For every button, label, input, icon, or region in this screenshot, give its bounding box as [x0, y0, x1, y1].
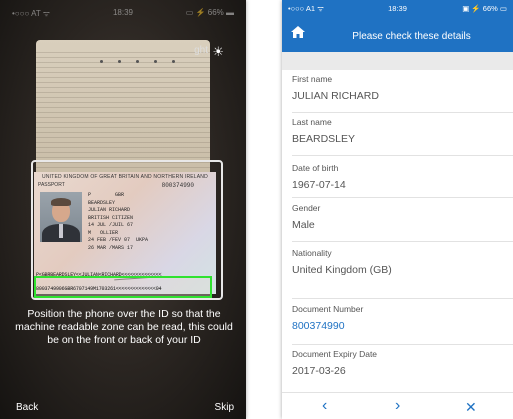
status-bar: •○○○ A1 ᯤ 18:39 ▣ ⚡ 66% ▭ [288, 4, 507, 16]
battery-indicator: ▣ ⚡ 66% ▭ [462, 4, 507, 13]
page-title: Please check these details [352, 31, 471, 42]
field-label: Last name [292, 117, 332, 127]
mrz-line-2: 8003749906GBR6707149M1703261<<<<<<<<<<<<… [36, 286, 162, 292]
field-first-name[interactable]: First name JULIAN RICHARD [292, 74, 513, 113]
passport-holes [100, 50, 190, 68]
field-value: BEARDSLEY [292, 133, 356, 145]
header-spacer [282, 52, 513, 70]
field-value: JULIAN RICHARD [292, 90, 379, 102]
back-button[interactable]: Back [16, 402, 38, 413]
field-label: Document Expiry Date [292, 349, 378, 359]
field-nationality[interactable]: Nationality United Kingdom (GB) [292, 248, 513, 299]
scan-instructions: Position the phone over the ID so that t… [15, 308, 233, 346]
previous-icon[interactable]: ‹ [322, 397, 327, 415]
torch-icon[interactable]: ☀ [212, 44, 224, 60]
field-document-number[interactable]: Document Number 800374990 [292, 304, 513, 345]
header-bar: •○○○ A1 ᯤ 18:39 ▣ ⚡ 66% ▭ Please check t… [282, 0, 513, 52]
passport-page-edges [36, 52, 210, 172]
skip-button[interactable]: Skip [215, 402, 234, 413]
field-value: Male [292, 219, 315, 231]
field-document-expiry-date[interactable]: Document Expiry Date 2017-03-26 [292, 349, 513, 385]
field-value: 2017-03-26 [292, 365, 346, 377]
mrz-line-1: P<GBRBEARDSLEY<<JULIAN<RICHARD<<<<<<<<<<… [36, 272, 162, 278]
torch-label: ght [194, 45, 208, 56]
field-value: 800374990 [292, 320, 345, 332]
battery-indicator: ▭ ⚡ 66% ▬ [185, 8, 234, 17]
details-screen: •○○○ A1 ᯤ 18:39 ▣ ⚡ 66% ▭ Please check t… [282, 0, 513, 419]
field-label: Gender [292, 203, 321, 213]
field-value: 1967-07-14 [292, 179, 346, 191]
field-last-name[interactable]: Last name BEARDSLEY [292, 117, 513, 156]
field-label: Date of birth [292, 163, 339, 173]
bottom-nav: ‹ › ✕ [282, 392, 513, 419]
field-gender[interactable]: Gender Male [292, 203, 513, 242]
home-icon[interactable] [290, 24, 306, 40]
scan-bottom-bar: Back Skip [16, 402, 234, 413]
close-icon[interactable]: ✕ [465, 399, 477, 416]
status-bar: •○○○ AT ᯤ 18:39 ▭ ⚡ 66% ▬ [12, 8, 234, 18]
field-label: Document Number [292, 304, 364, 314]
scan-screen: •○○○ AT ᯤ 18:39 ▭ ⚡ 66% ▬ ght ☀ UNITED K… [0, 0, 246, 419]
field-date-of-birth[interactable]: Date of birth 1967-07-14 [292, 163, 513, 198]
field-value: United Kingdom (GB) [292, 264, 392, 276]
field-label: First name [292, 74, 333, 84]
field-label: Nationality [292, 248, 332, 258]
next-icon[interactable]: › [395, 397, 400, 415]
